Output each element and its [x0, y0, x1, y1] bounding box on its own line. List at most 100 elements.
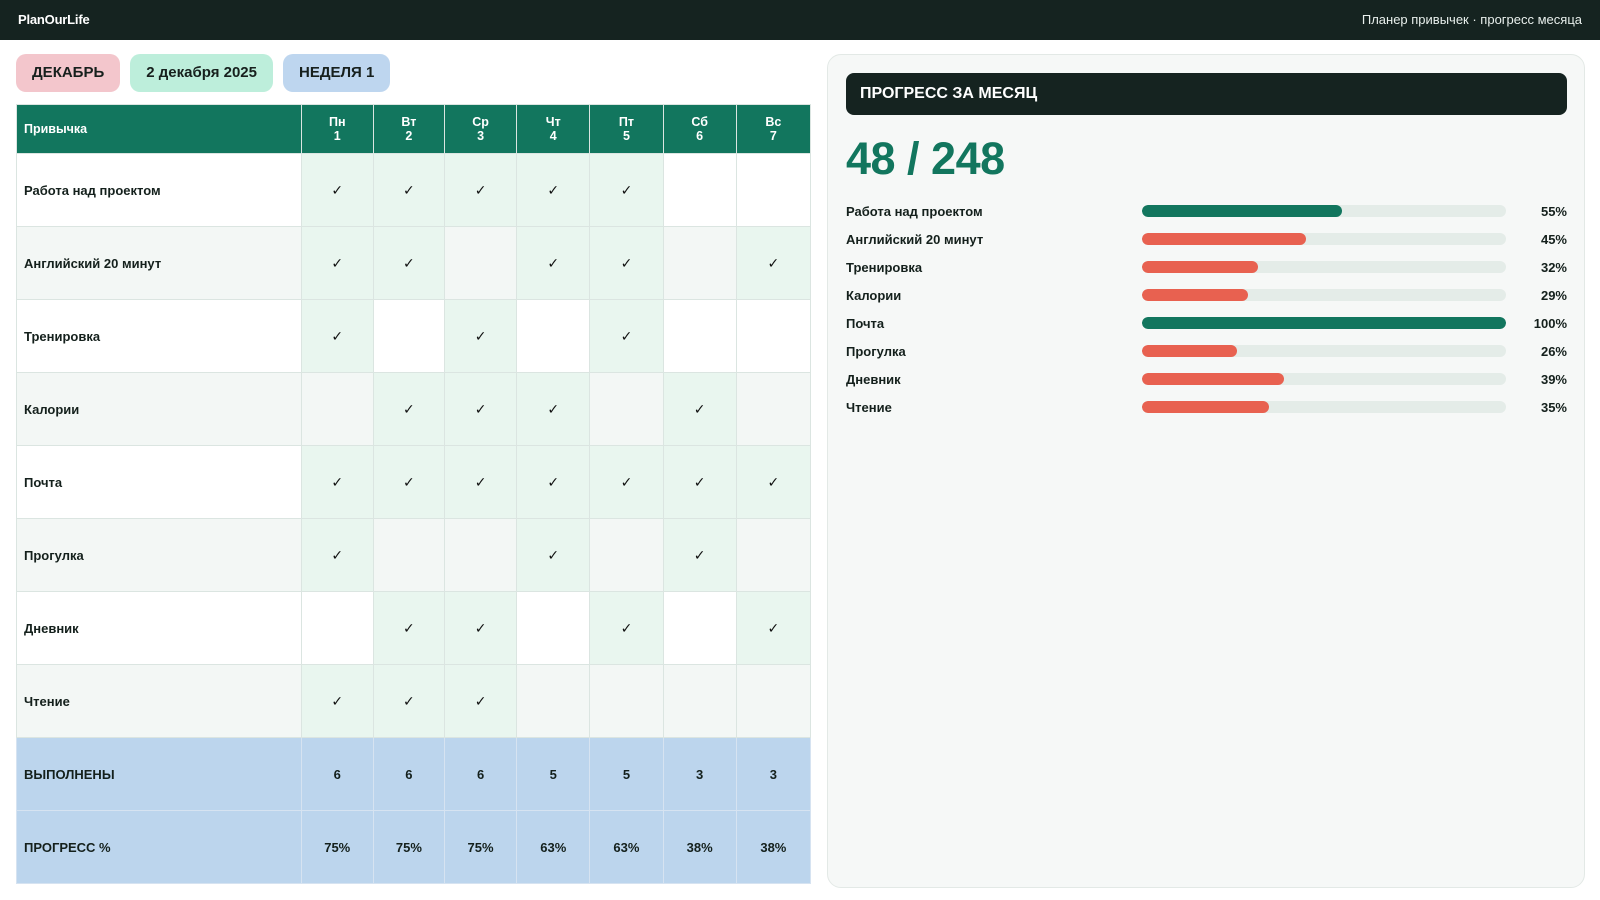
check-icon: ✓ — [620, 181, 633, 198]
habit-tracker-table: Привычка Пн 1 Вт 2 Ср 3 Чт 4 Пт 5 Сб 6 Вс 7 Работа на… — [16, 104, 812, 884]
habit-day-cell[interactable] — [735, 664, 812, 738]
habit-day-cell[interactable] — [735, 299, 812, 373]
top-bar: PlanOurLife Планер привычек · прогресс м… — [0, 0, 1600, 40]
habit-day-cell[interactable] — [662, 664, 737, 738]
progress-bar-track — [1142, 261, 1506, 273]
habit-day-cell[interactable]: ✓ — [443, 372, 518, 446]
habit-day-cell[interactable] — [516, 591, 591, 665]
habit-day-cell[interactable] — [516, 299, 591, 373]
progress-bar-fill — [1142, 317, 1506, 329]
check-icon: ✓ — [693, 473, 706, 490]
habit-day-cell[interactable] — [443, 226, 518, 300]
habit-day-cell[interactable]: ✓ — [589, 591, 664, 665]
habit-day-cell[interactable]: ✓ — [735, 591, 812, 665]
habit-day-cell[interactable]: ✓ — [443, 299, 518, 373]
habit-day-cell[interactable] — [662, 153, 737, 227]
habit-day-cell[interactable] — [589, 664, 664, 738]
habit-day-cell[interactable] — [662, 591, 737, 665]
habit-day-cell[interactable] — [735, 153, 812, 227]
day-number: 1 — [333, 129, 341, 143]
habit-day-cell[interactable]: ✓ — [516, 445, 591, 519]
habit-day-cell[interactable]: ✓ — [372, 226, 445, 300]
habit-day-cell[interactable] — [372, 518, 445, 592]
progress-bar-track — [1142, 345, 1506, 357]
check-icon: ✓ — [767, 254, 780, 271]
habit-name: Работа над проектом — [16, 153, 302, 227]
habit-day-cell[interactable]: ✓ — [372, 372, 445, 446]
habit-day-cell[interactable]: ✓ — [300, 518, 374, 592]
habit-day-cell[interactable]: ✓ — [589, 445, 664, 519]
habit-day-cell[interactable] — [443, 518, 518, 592]
habit-day-cell[interactable]: ✓ — [662, 445, 737, 519]
habit-day-cell[interactable] — [735, 372, 812, 446]
habit-day-cell[interactable]: ✓ — [300, 153, 374, 227]
habit-day-cell[interactable] — [300, 372, 374, 446]
habit-day-cell[interactable]: ✓ — [300, 226, 374, 300]
habit-day-cell[interactable]: ✓ — [516, 153, 591, 227]
habit-day-cell[interactable]: ✓ — [735, 445, 812, 519]
check-icon: ✓ — [403, 181, 415, 198]
check-icon: ✓ — [620, 619, 633, 636]
habit-day-cell[interactable] — [589, 372, 664, 446]
habit-progress-row: Работа над проектом 55% — [846, 197, 1567, 225]
day-header-6: Сб 6 — [662, 104, 737, 154]
habit-day-cell[interactable]: ✓ — [300, 664, 374, 738]
habit-day-cell[interactable]: ✓ — [516, 372, 591, 446]
habit-day-cell[interactable]: ✓ — [372, 445, 445, 519]
habit-rows: Работа над проектом ✓ ✓ ✓ ✓ ✓ Английский 20 ми… — [16, 153, 812, 738]
habit-progress-percent: 35% — [1540, 399, 1567, 415]
check-icon: ✓ — [693, 546, 706, 563]
habit-progress-percent: 55% — [1540, 203, 1567, 219]
habit-progress-label: Калории — [846, 287, 902, 303]
habit-progress-label: Английский 20 минут — [846, 231, 984, 247]
progress-row: ПРОГРЕСС % 75% 75% 75% 63% 63% 38% 38% — [16, 810, 812, 884]
habit-day-cell[interactable] — [589, 518, 664, 592]
habit-progress-percent: 100% — [1533, 315, 1567, 331]
app-logo[interactable]: PlanOurLife — [18, 12, 90, 27]
check-icon: ✓ — [331, 473, 344, 490]
habit-day-cell[interactable]: ✓ — [589, 226, 664, 300]
habit-day-cell[interactable] — [516, 664, 591, 738]
habit-day-cell[interactable]: ✓ — [589, 299, 664, 373]
check-icon: ✓ — [474, 473, 487, 490]
habit-day-cell[interactable]: ✓ — [589, 153, 664, 227]
habit-day-cell[interactable]: ✓ — [372, 591, 445, 665]
habit-row: Английский 20 минут ✓ ✓ ✓ ✓ ✓ — [16, 226, 812, 300]
progress-bar-fill — [1142, 373, 1284, 385]
day-header-5: Пт 5 — [589, 104, 664, 154]
week-chip[interactable]: НЕДЕЛЯ 1 — [283, 54, 391, 92]
check-icon: ✓ — [331, 692, 344, 709]
habit-day-cell[interactable] — [662, 299, 737, 373]
check-icon: ✓ — [547, 473, 560, 490]
habit-progress-row: Чтение 35% — [846, 393, 1567, 421]
check-icon: ✓ — [474, 619, 487, 636]
habit-day-cell[interactable] — [735, 518, 812, 592]
habit-day-cell[interactable] — [300, 591, 374, 665]
progress-percent: 75% — [300, 810, 374, 884]
check-icon: ✓ — [547, 400, 560, 417]
habit-day-cell[interactable]: ✓ — [516, 226, 591, 300]
habit-day-cell[interactable]: ✓ — [443, 153, 518, 227]
habit-day-cell[interactable]: ✓ — [662, 372, 737, 446]
habit-day-cell[interactable]: ✓ — [443, 664, 518, 738]
habit-day-cell[interactable]: ✓ — [443, 591, 518, 665]
habit-day-cell[interactable]: ✓ — [735, 226, 812, 300]
habit-day-cell[interactable] — [372, 299, 445, 373]
check-icon: ✓ — [693, 400, 706, 417]
progress-percent: 75% — [443, 810, 518, 884]
progress-bar-fill — [1142, 345, 1237, 357]
habit-progress-label: Дневник — [846, 371, 901, 387]
habit-progress-label: Почта — [846, 315, 885, 331]
habit-day-cell[interactable]: ✓ — [300, 445, 374, 519]
habit-day-cell[interactable]: ✓ — [372, 153, 445, 227]
date-chip[interactable]: 2 декабря 2025 — [130, 54, 273, 92]
habit-day-cell[interactable]: ✓ — [662, 518, 737, 592]
page-subtitle: Планер привычек · прогресс месяца — [1361, 12, 1582, 27]
habit-day-cell[interactable]: ✓ — [516, 518, 591, 592]
habit-day-cell[interactable]: ✓ — [372, 664, 445, 738]
habit-day-cell[interactable]: ✓ — [300, 299, 374, 373]
habit-day-cell[interactable]: ✓ — [443, 445, 518, 519]
month-chip[interactable]: ДЕКАБРЬ — [16, 54, 121, 92]
habit-day-cell[interactable] — [662, 226, 737, 300]
day-number: 6 — [696, 129, 704, 143]
